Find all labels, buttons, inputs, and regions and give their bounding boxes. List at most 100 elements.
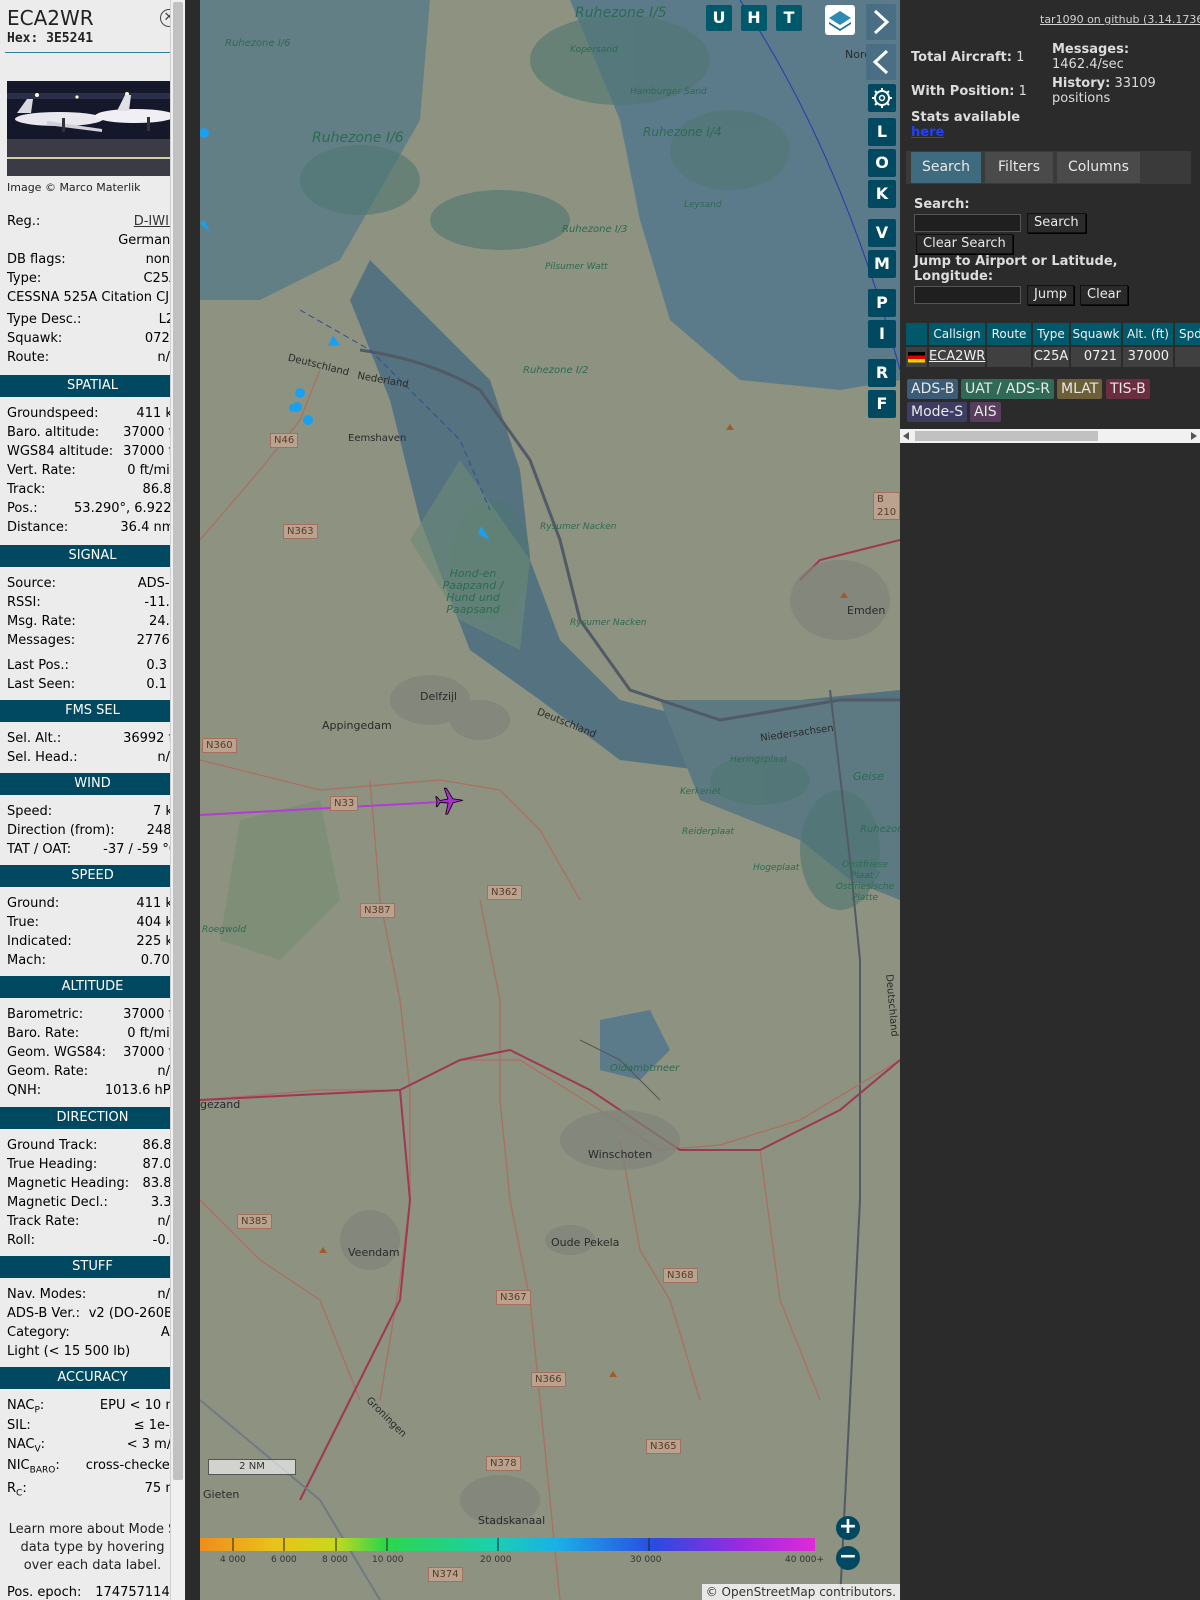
col-type-header[interactable]: Type bbox=[1033, 323, 1069, 345]
source-tisb[interactable]: TIS-B bbox=[1106, 379, 1150, 399]
toggle-p-button[interactable]: P bbox=[868, 289, 896, 317]
signal-label: RSSI: bbox=[7, 595, 41, 610]
map-label-oude-pekela: Oude Pekela bbox=[551, 1236, 620, 1249]
search-input[interactable] bbox=[914, 214, 1021, 232]
toggle-o-button[interactable]: O bbox=[868, 149, 896, 177]
clear-search-button[interactable]: Clear Search bbox=[916, 234, 1013, 254]
settings-button[interactable] bbox=[868, 84, 896, 112]
map-label-oldambtmeer: Oldambtmeer bbox=[610, 1063, 680, 1074]
total-aircraft-value: 1 bbox=[1016, 50, 1025, 65]
tab-search[interactable]: Search bbox=[911, 152, 981, 183]
map-label-delfzijl: Delfzijl bbox=[420, 690, 458, 703]
accuracy-rc-row: RC: 75 m bbox=[7, 1480, 178, 1499]
toggle-h-button[interactable]: H bbox=[741, 5, 767, 31]
toggle-k-button[interactable]: K bbox=[868, 180, 896, 208]
map-attribution[interactable]: © OpenStreetMap contributors. bbox=[701, 1584, 900, 1600]
gear-icon bbox=[872, 88, 892, 108]
map-label-ruhezone-i1: Ruhezone I/1 bbox=[860, 824, 900, 835]
source-uat-adsr[interactable]: UAT / ADS-R bbox=[961, 379, 1054, 399]
col-flag-header[interactable] bbox=[906, 323, 927, 345]
zoom-out-button[interactable]: − bbox=[836, 1546, 860, 1570]
layers-button[interactable] bbox=[825, 5, 855, 35]
section-header-wind: WIND bbox=[0, 773, 185, 795]
map-view[interactable]: Ruhezone I/5 Ruhezone I/6 Ruhezone I/6 R… bbox=[200, 0, 900, 1600]
tab-columns[interactable]: Columns bbox=[1057, 152, 1140, 183]
signal-row: Messages: 27763 bbox=[7, 632, 178, 650]
source-modes[interactable]: Mode-S bbox=[907, 402, 968, 422]
altitude-row: QNH: 1013.6 hPa bbox=[7, 1082, 178, 1100]
altitude-label: QNH: bbox=[7, 1083, 42, 1098]
divider bbox=[5, 52, 180, 53]
stats-link[interactable]: here bbox=[911, 125, 944, 140]
col-callsign-header[interactable]: Callsign bbox=[929, 323, 985, 345]
reg-row: Reg.: D-IWIR bbox=[7, 213, 178, 231]
altitude-label: Geom. Rate: bbox=[7, 1064, 89, 1079]
github-link[interactable]: tar1090 on github (3.14.1736) bbox=[1040, 13, 1200, 26]
toggle-t-button[interactable]: T bbox=[776, 5, 802, 31]
collapse-left-button[interactable] bbox=[866, 44, 896, 80]
stuff-label: ADS-B Ver.: bbox=[7, 1306, 80, 1321]
fms-row: Sel. Alt.: 36992 ft bbox=[7, 730, 178, 748]
search-button[interactable]: Search bbox=[1027, 213, 1086, 233]
typedesc-label: Type Desc.: bbox=[7, 312, 82, 327]
jump-button[interactable]: Jump bbox=[1027, 285, 1074, 305]
road-n363: N363 bbox=[283, 524, 318, 539]
toggle-m-button[interactable]: M bbox=[868, 250, 896, 278]
toggle-r-button[interactable]: R bbox=[868, 359, 896, 387]
source-mlat[interactable]: MLAT bbox=[1057, 379, 1103, 399]
direction-row: Magnetic Heading: 83.8° bbox=[7, 1175, 178, 1193]
spatial-label: WGS84 altitude: bbox=[7, 444, 114, 459]
map-label-kerkeriet: Kerkeriet bbox=[680, 787, 721, 797]
col-alt-header[interactable]: Alt. (ft) bbox=[1123, 323, 1173, 345]
road-n378: N378 bbox=[486, 1456, 521, 1471]
road-n362: N362 bbox=[487, 885, 522, 900]
row-callsign[interactable]: ECA2WR bbox=[929, 347, 985, 367]
road-b210: B 210 bbox=[873, 492, 900, 520]
accuracy-nicb-label: NICBARO: bbox=[7, 1458, 60, 1476]
scrollbar-thumb[interactable] bbox=[173, 2, 183, 1480]
wind-label: TAT / OAT: bbox=[7, 842, 72, 857]
section-header-altitude: ALTITUDE bbox=[0, 976, 185, 998]
stats-available: Stats available bbox=[911, 110, 1020, 125]
aircraft-photo[interactable] bbox=[7, 81, 178, 176]
source-adsb[interactable]: ADS-B bbox=[907, 379, 959, 399]
tab-filters[interactable]: Filters bbox=[985, 152, 1053, 183]
map-label-hond-en-paapzand: Hond-en Paapzand / Hund und Paapsand bbox=[442, 567, 504, 616]
scrollbar-thumb[interactable] bbox=[915, 431, 1098, 441]
stuff-value: v2 (DO-260B) bbox=[88, 1306, 178, 1321]
expand-right-button[interactable] bbox=[866, 4, 896, 40]
map-label-pilsumer-watt: Pilsumer Watt bbox=[545, 262, 608, 272]
altitude-label: Geom. WGS84: bbox=[7, 1045, 107, 1060]
panel-scrollbar[interactable] bbox=[170, 0, 185, 1600]
wind-row: Speed: 7 kt bbox=[7, 803, 178, 821]
source-ais[interactable]: AIS bbox=[970, 402, 1001, 422]
col-squawk-header[interactable]: Squawk bbox=[1071, 323, 1121, 345]
typedesc-row: Type Desc.: L2J bbox=[7, 311, 178, 329]
toggle-v-button[interactable]: V bbox=[868, 219, 896, 247]
table-horizontal-scrollbar[interactable] bbox=[900, 429, 1200, 443]
col-route-header[interactable]: Route bbox=[987, 323, 1031, 345]
toggle-i-button[interactable]: I bbox=[868, 320, 896, 348]
history-value-1: 33109 bbox=[1114, 76, 1156, 91]
signal-label: Last Seen: bbox=[7, 677, 76, 692]
altitude-value: 1013.6 hPa bbox=[104, 1083, 178, 1098]
wind-value: -37 / -59 °C bbox=[103, 842, 178, 857]
accuracy-nicb-row: NICBARO: cross-checked bbox=[7, 1457, 178, 1476]
col-spd-header[interactable]: Spd bbox=[1175, 323, 1200, 345]
toggle-l-button[interactable]: L bbox=[868, 118, 896, 146]
history: History: 33109 bbox=[1052, 76, 1156, 91]
toggle-u-button[interactable]: U bbox=[706, 5, 732, 31]
chevron-right-icon bbox=[873, 9, 890, 35]
toggle-f-button[interactable]: F bbox=[868, 390, 896, 418]
clear-button[interactable]: Clear bbox=[1080, 285, 1128, 305]
zoom-in-button[interactable]: + bbox=[836, 1516, 860, 1540]
map-label-veendam: Veendam bbox=[348, 1246, 400, 1259]
spatial-value: 53.290°, 6.922° bbox=[74, 501, 178, 516]
section-header-fms: FMS SEL bbox=[0, 700, 185, 722]
direction-row: Track Rate: n/a bbox=[7, 1213, 178, 1231]
altitude-row: Geom. Rate: n/a bbox=[7, 1063, 178, 1081]
jump-input[interactable] bbox=[914, 286, 1021, 304]
messages-value: 1462.4/sec bbox=[1052, 57, 1124, 72]
direction-label: Roll: bbox=[7, 1233, 36, 1248]
altitude-row: Baro. Rate: 0 ft/min bbox=[7, 1025, 178, 1043]
